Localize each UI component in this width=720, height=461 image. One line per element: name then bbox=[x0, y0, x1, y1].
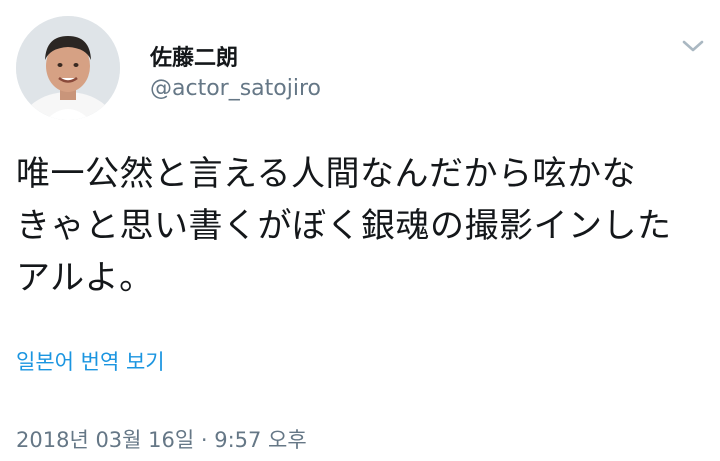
tweet-timestamp: 2018년 03월 16일 · 9:57 오후 bbox=[16, 428, 307, 452]
tweet-text-line: 唯一公然と言える人間なんだから呟かな bbox=[16, 154, 636, 194]
avatar[interactable] bbox=[16, 16, 120, 120]
author-handle[interactable]: @actor_satojiro bbox=[150, 76, 321, 101]
user-avatar-icon bbox=[16, 16, 120, 120]
tweet-menu-button[interactable] bbox=[676, 32, 710, 60]
tweet-text-line: きゃと思い書くがぼく銀魂の撮影インした bbox=[16, 206, 672, 246]
chevron-down-icon bbox=[682, 40, 704, 52]
tweet-text: 唯一公然と言える人間なんだから呟かな きゃと思い書くがぼく銀魂の撮影インした ア… bbox=[16, 148, 706, 304]
author-display-name[interactable]: 佐藤二朗 bbox=[150, 40, 238, 72]
translate-tweet-link[interactable]: 일본어 번역 보기 bbox=[16, 346, 165, 376]
tweet-text-line: アルよ。 bbox=[16, 258, 154, 298]
tweet-card: 佐藤二朗 @actor_satojiro 唯一公然と言える人間なんだから呟かな … bbox=[0, 0, 720, 461]
